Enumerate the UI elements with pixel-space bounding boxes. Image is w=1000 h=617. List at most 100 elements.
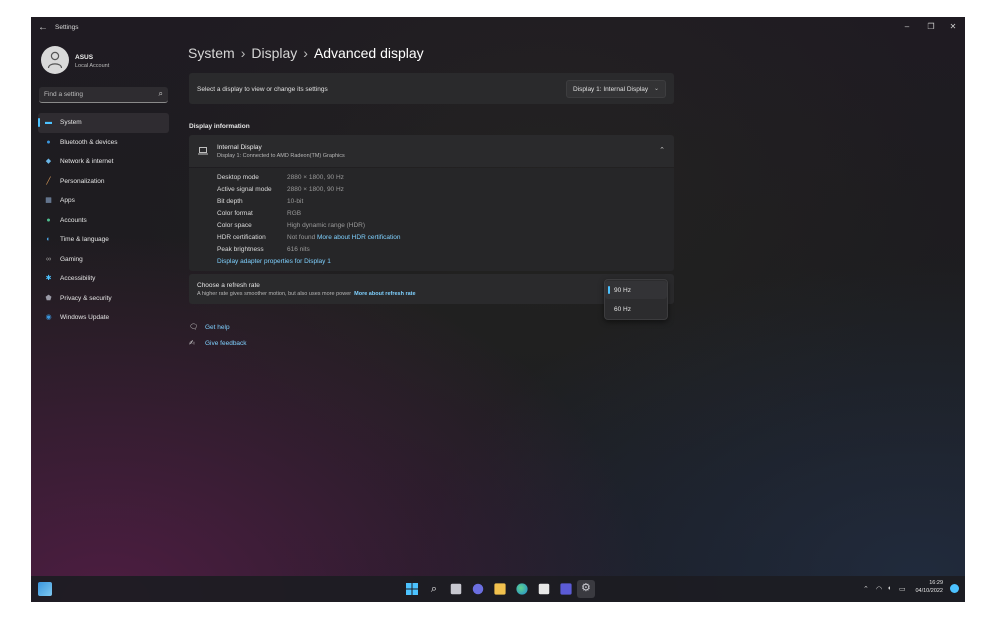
task-view-icon[interactable] [450,583,462,595]
hdr-certification-link[interactable]: More about HDR certification [317,234,400,241]
bluetooth-icon: ● [46,138,51,146]
display-subtitle: Display 1: Connected to AMD Radeon(TM) G… [217,153,345,159]
display-info-header[interactable]: Internal Display Display 1: Connected to… [189,135,674,167]
file-explorer-icon[interactable] [494,583,506,595]
refresh-option-60hz[interactable]: 60 Hz [605,300,667,318]
close-icon[interactable]: ✕ [943,20,963,34]
info-value: 616 nits [287,246,310,253]
sidebar-item-apps[interactable]: ▦ Apps [38,191,169,211]
clock-time[interactable]: 16:29 [929,580,943,586]
settings-taskbar-button[interactable]: ⚙ [577,580,595,598]
info-value: 2880 × 1800, 90 Hz [287,186,344,193]
chevron-down-icon: ⌄ [653,86,659,92]
info-key: HDR certification [217,234,266,241]
chevron-up-icon[interactable]: ⌃ [863,585,869,593]
wifi-icon: ◆ [45,158,52,165]
notification-icon[interactable] [950,584,959,593]
breadcrumb-separator: › [303,45,308,61]
search-icon[interactable]: ⌕ [159,89,163,99]
sidebar-item-bluetooth-devices[interactable]: ● Bluetooth & devices [38,133,169,153]
sidebar-item-personalization[interactable]: ╱ Personalization [38,172,169,192]
info-key: Desktop mode [217,174,259,181]
select-display-card: Select a display to view or change its s… [189,73,674,104]
windows-start-icon[interactable] [405,582,419,596]
display-adapter-link[interactable]: Display adapter properties for Display 1 [217,258,331,265]
breadcrumb-display[interactable]: Display [251,45,297,61]
avatar[interactable] [41,46,69,74]
minimize-icon[interactable]: – [897,20,917,34]
option-label: 60 Hz [614,306,631,313]
sidebar-item-label: Accessibility [60,275,96,282]
info-key: Active signal mode [217,186,272,193]
update-icon: ◉ [45,314,52,321]
feedback-icon: ✍ [189,340,195,347]
restore-icon[interactable]: ❐ [921,20,941,34]
refresh-rate-link[interactable]: More about refresh rate [354,291,415,297]
refresh-rate-card: Choose a refresh rate A higher rate give… [189,274,674,304]
person-icon: ● [46,216,51,224]
wifi-icon[interactable]: ◠ [876,585,882,593]
desktop-screen: ← Settings – ❐ ✕ ASUS Local Account Find… [31,17,965,602]
windows-logo-icon [406,583,418,595]
sidebar-item-label: Gaming [60,255,83,263]
info-value: 2880 × 1800, 90 Hz [287,174,344,181]
refresh-rate-dropdown[interactable]: 90 Hz 60 Hz [604,279,668,320]
search-box[interactable]: Find a setting ⌕ [39,87,168,103]
page-title: Advanced display [313,45,424,61]
refresh-rate-title: Choose a refresh rate [197,282,260,289]
sidebar-item-label: Personalization [60,177,105,185]
breadcrumb: System › Display › Advanced display [188,45,424,61]
sidebar-item-time-language[interactable]: ◐ Time & language [38,230,169,250]
edge-icon[interactable] [516,583,528,595]
sidebar-item-label: Network & internet [60,158,114,165]
app-icon[interactable] [560,583,572,595]
hdr-status: Not found [287,234,316,241]
clock-date[interactable]: 04/10/2022 [915,588,943,594]
give-feedback-label: Give feedback [205,340,247,347]
search-input[interactable]: Find a setting [44,91,83,98]
section-title: Display information [189,123,250,130]
info-key: Color space [217,222,252,229]
sidebar-item-network-internet[interactable]: ◆ Network & internet [38,152,169,172]
volume-icon[interactable]: ◖ [887,585,891,592]
sidebar-item-windows-update[interactable]: ◉ Windows Update [38,308,169,328]
shield-icon: ⬟ [45,294,52,302]
sidebar-item-label: Accounts [60,216,87,224]
accessibility-icon: ✱ [45,275,52,282]
settings-gear-icon: ⚙ [581,582,591,594]
info-value: 10-bit [287,198,304,205]
sidebar-item-system[interactable]: ▬ System [38,113,169,133]
refresh-rate-description: A higher rate gives smoother motion, but… [197,291,416,297]
sidebar-item-accessibility[interactable]: ✱ Accessibility [38,269,169,289]
sidebar-item-gaming[interactable]: ∞ Gaming [38,250,169,270]
battery-icon[interactable]: ▭ [899,585,906,593]
store-icon[interactable] [538,583,550,595]
brush-icon: ╱ [46,177,51,185]
refresh-description-text: A higher rate gives smoother motion, but… [197,291,352,297]
display-select[interactable]: Display 1: Internal Display ⌄ [566,80,666,98]
sidebar-item-accounts[interactable]: ● Accounts [38,211,169,231]
info-value: RGB [287,210,302,217]
person-icon [47,51,63,69]
info-key: Peak brightness [217,246,264,253]
back-arrow-icon[interactable]: ← [38,22,48,33]
chat-icon[interactable] [472,583,484,595]
widgets-icon[interactable] [38,582,52,596]
sidebar-item-label: Time & language [60,236,109,243]
sidebar-nav: ▬ System ● Bluetooth & devices ◆ Network & in… [38,113,169,328]
breadcrumb-system[interactable]: System [188,45,235,61]
globe-clock-icon: ◐ [46,236,51,243]
info-value: Not found More about HDR certification [287,234,400,241]
breadcrumb-separator: › [240,45,246,61]
refresh-option-90hz[interactable]: 90 Hz [605,281,667,299]
info-key: Bit depth [217,198,243,205]
search-icon[interactable]: ⌕ [427,582,441,596]
display-name: Internal Display [217,144,262,151]
option-label: 90 Hz [614,287,631,294]
display-info-body: Desktop mode 2880 × 1800, 90 Hz Active s… [189,168,674,271]
sidebar-item-privacy-security[interactable]: ⬟ Privacy & security [38,289,169,309]
laptop-icon [198,147,208,155]
chevron-up-icon[interactable]: ⌃ [659,146,665,154]
controller-icon: ∞ [46,255,51,263]
info-key: Color format [217,210,253,217]
